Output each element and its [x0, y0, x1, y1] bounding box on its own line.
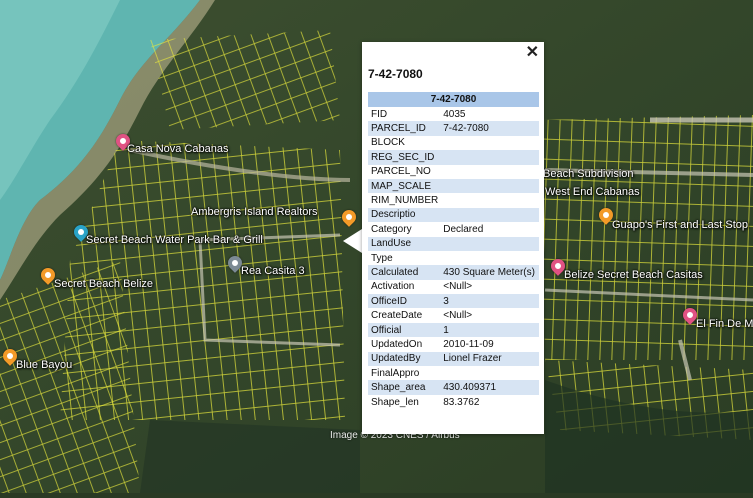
table-row: FID 4035 [368, 107, 539, 121]
attribute-key: Calculated [368, 265, 441, 280]
attribute-key: Type [371, 252, 393, 264]
place-label[interactable]: Belize Secret Beach Casitas [564, 269, 703, 281]
table-row: Shape_len 83.3762 [368, 395, 539, 409]
attribute-value [440, 366, 539, 380]
attribute-key: Category [371, 223, 412, 235]
attribute-key: OfficeID [368, 294, 441, 309]
parcel-info-popup: ✕ 7-42-7080 7-42-7080 FID 4035 PARCEL_ID 7-… [362, 42, 544, 434]
attribute-value: 3 [440, 294, 539, 309]
attribute-key: LandUse [368, 236, 441, 251]
popup-title: 7-42-7080 [368, 67, 423, 81]
close-icon[interactable]: ✕ [526, 45, 539, 61]
table-row: Activation <Null> [368, 280, 539, 294]
attribute-value [440, 150, 539, 165]
place-label[interactable]: Guapo's First and Last Stop [612, 219, 748, 231]
table-row: UpdatedOn 2010-11-09 [368, 337, 539, 351]
attribute-key: REG_SEC_ID [368, 150, 441, 165]
attribute-value [440, 207, 539, 223]
table-row: CreateDate <Null> [368, 308, 539, 322]
attribute-value: Lionel Frazer [440, 351, 539, 367]
popup-pointer [343, 229, 362, 253]
attribute-value [440, 236, 539, 251]
attribute-value [440, 251, 539, 265]
attribute-value [440, 193, 539, 207]
place-label[interactable]: Secret Beach Belize [54, 278, 153, 290]
place-label[interactable]: Ambergris Island Realtors [191, 206, 318, 218]
table-row: Shape_area 430.409371 [368, 380, 539, 395]
table-row: RIM_NUMBER [368, 193, 539, 207]
place-label[interactable]: Blue Bayou [16, 359, 72, 371]
attribute-key: Activation [371, 281, 415, 293]
attribute-key: UpdatedOn [371, 338, 423, 350]
table-row: Official 1 [368, 322, 539, 338]
attribute-key: Descriptio [368, 207, 441, 223]
place-label[interactable]: Beach Subdivision [543, 168, 634, 180]
attribute-value: 1 [440, 322, 539, 338]
attribute-value: 83.3762 [443, 396, 480, 408]
table-row: PARCEL_ID 7-42-7080 [368, 121, 539, 136]
attribute-key: Official [368, 322, 441, 338]
table-row: LandUse [368, 236, 539, 251]
table-header: 7-42-7080 [368, 92, 539, 107]
attribute-value [440, 165, 539, 179]
place-label[interactable]: Rea Casita 3 [241, 265, 305, 277]
attribute-table: 7-42-7080 FID 4035 PARCEL_ID 7-42-7080 BLOCK… [368, 92, 539, 409]
place-label[interactable]: Casa Nova Cabanas [127, 143, 229, 155]
attribute-value [440, 178, 539, 194]
table-row: OfficeID 3 [368, 294, 539, 309]
table-row: FinalAppro [368, 366, 539, 380]
table-row: PARCEL_NO [368, 165, 539, 179]
table-row: Descriptio [368, 207, 539, 223]
attribute-value: 430.409371 [440, 380, 539, 395]
attribute-key: MAP_SCALE [368, 178, 441, 194]
attribute-value: 430 Square Meter(s) [440, 265, 539, 280]
attribute-value: 2010-11-09 [443, 338, 494, 350]
attribute-key: UpdatedBy [368, 351, 441, 367]
table-row: Category Declared [368, 222, 539, 236]
table-row: REG_SEC_ID [368, 150, 539, 165]
attribute-key: PARCEL_NO [371, 166, 431, 178]
attribute-value: Declared [443, 223, 484, 235]
attribute-key: BLOCK [371, 137, 405, 149]
attribute-value: 7-42-7080 [440, 121, 539, 136]
table-row: Type [368, 251, 539, 265]
attribute-key: Shape_len [371, 396, 419, 408]
attribute-value: <Null> [443, 310, 473, 322]
attribute-value: 4035 [443, 108, 466, 120]
table-row: BLOCK [368, 136, 539, 150]
attribute-value: <Null> [443, 281, 473, 293]
attribute-key: FinalAppro [371, 367, 420, 379]
attribute-key: PARCEL_ID [368, 121, 441, 136]
attribute-value [440, 136, 539, 150]
table-row: Calculated 430 Square Meter(s) [368, 265, 539, 280]
place-label[interactable]: West End Cabanas [545, 186, 640, 198]
attribute-key: CreateDate [371, 310, 423, 322]
place-label[interactable]: El Fin De M [696, 318, 753, 330]
attribute-key: Shape_area [368, 380, 441, 395]
table-row: MAP_SCALE [368, 178, 539, 194]
attribute-key: RIM_NUMBER [371, 195, 439, 207]
place-label[interactable]: Secret Beach Water Park Bar & Grill [86, 234, 263, 246]
attribute-key: FID [371, 108, 388, 120]
table-row: UpdatedBy Lionel Frazer [368, 351, 539, 367]
